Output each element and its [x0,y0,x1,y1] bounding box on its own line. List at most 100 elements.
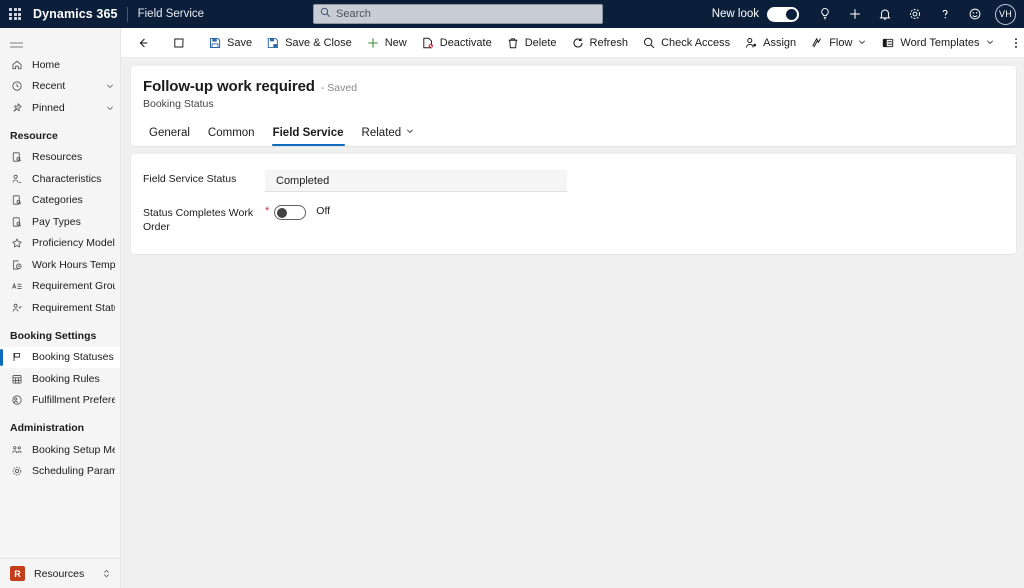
sidebar-item-label: Pinned [32,101,65,114]
main-region: Save Save & Close New Deactivate Delete … [121,28,1024,588]
back-button[interactable] [129,30,157,56]
check-access-icon [642,36,656,50]
tab-field-service[interactable]: Field Service [264,121,353,146]
field-control: * Off [255,204,330,220]
site-map-toggle[interactable] [0,32,120,54]
sidebar-item-scheduling-parameters[interactable]: Scheduling Parameters [0,461,120,483]
flow-icon [810,36,824,50]
booking-setup-icon [10,443,24,457]
sidebar-group-title: Booking Settings [10,329,97,342]
chevron-up-down-icon[interactable] [101,568,112,579]
gear-icon[interactable] [901,0,929,28]
tab-common[interactable]: Common [199,121,264,146]
refresh-label: Refresh [589,36,629,49]
refresh-icon [571,36,585,50]
sidebar-item-label: Categories [32,194,83,207]
question-icon[interactable] [931,0,959,28]
status-completes-work-order-toggle[interactable] [274,205,307,220]
sidebar-item-label: Requirement Group ... [32,280,115,293]
area-switcher[interactable]: R Resources [0,558,120,588]
requirement-group-icon [10,279,24,293]
form-tab-list: General Common Field Service Related [131,110,1016,146]
gear-icon [10,464,24,478]
characteristic-icon [10,172,24,186]
sidebar-item-characteristics[interactable]: Characteristics [0,168,120,190]
top-navigation-bar: Dynamics 365 Field Service New look [0,0,1024,28]
page-title: Follow-up work required [143,78,315,95]
avatar[interactable]: VH [995,3,1016,25]
flow-button[interactable]: Flow [803,30,874,56]
search-icon [320,5,331,23]
sidebar-item-fulfillment-preferences[interactable]: Fulfillment Preferences [0,390,120,412]
sidebar-item-booking-statuses[interactable]: Booking Statuses [0,346,120,368]
overflow-menu-button[interactable] [1002,30,1024,56]
required-indicator-icon: * [265,205,270,217]
word-templates-button[interactable]: Word Templates [874,30,1001,56]
sidebar-item-work-hours-templates[interactable]: Work Hours Templates [0,254,120,276]
requirement-status-icon [10,301,24,315]
chevron-down-icon[interactable] [405,126,415,139]
new-look-toggle[interactable] [767,6,799,22]
sidebar-item-label: Resources [32,151,83,164]
sidebar-item-label: Fulfillment Preferences [32,394,115,407]
chevron-down-icon[interactable] [105,81,115,91]
deactivate-icon [421,36,435,50]
clock-icon [10,79,24,93]
tab-related[interactable]: Related [353,120,425,146]
assign-button[interactable]: Assign [737,30,803,56]
deactivate-button[interactable]: Deactivate [414,30,499,56]
command-bar: Save Save & Close New Deactivate Delete … [121,28,1024,58]
chevron-down-icon[interactable] [105,103,115,113]
chevron-down-icon[interactable] [985,34,995,52]
area-badge-icon: R [10,566,25,581]
lightbulb-icon[interactable] [811,0,839,28]
app-name-label[interactable]: Field Service [128,8,204,20]
record-header: Follow-up work required - Saved Booking … [131,66,1016,110]
brand-title[interactable]: Dynamics 365 [30,7,127,21]
new-button[interactable]: New [359,30,414,56]
sidebar-item-categories[interactable]: Categories [0,190,120,212]
field-section-card: Field Service Status Completed Status Co… [131,154,1016,254]
sidebar-item-resources[interactable]: Resources [0,147,120,169]
bell-icon[interactable] [871,0,899,28]
delete-label: Delete [524,36,557,49]
sidebar-item-pay-types[interactable]: Pay Types [0,211,120,233]
app-launcher-icon[interactable] [0,0,30,28]
sidebar-item-booking-setup-metadata[interactable]: Booking Setup Meta... [0,439,120,461]
chevron-down-icon[interactable] [857,34,867,52]
sidebar-group-title: Resource [10,129,58,142]
plus-icon [366,36,380,50]
delete-button[interactable]: Delete [499,30,564,56]
search-box[interactable] [313,4,603,24]
deactivate-label: Deactivate [439,36,492,49]
sitemap-scroll: Home Recent Pinned Resource Resources Ch… [0,28,120,558]
sidebar-item-label: Proficiency Models [32,237,115,250]
category-icon [10,193,24,207]
home-icon [10,58,24,72]
sidebar-item-recent[interactable]: Recent [0,76,120,98]
app-root: Dynamics 365 Field Service New look [0,0,1024,588]
sidebar-item-requirement-statuses[interactable]: Requirement Statuses [0,297,120,319]
work-hours-icon [10,258,24,272]
smiley-icon[interactable] [961,0,989,28]
flow-label: Flow [829,36,853,49]
check-access-button[interactable]: Check Access [635,30,737,56]
search-input[interactable] [331,8,596,20]
sidebar-item-booking-rules[interactable]: Booking Rules [0,368,120,390]
sidebar-item-label: Work Hours Templates [32,258,115,271]
tab-general[interactable]: General [140,121,199,146]
refresh-button[interactable]: Refresh [564,30,636,56]
field-service-status-input[interactable]: Completed [265,170,567,192]
form-content: Follow-up work required - Saved Booking … [121,58,1024,588]
open-in-new-window-button[interactable] [165,30,193,56]
save-button[interactable]: Save [201,30,259,56]
sidebar-item-home[interactable]: Home [0,54,120,76]
plus-icon[interactable] [841,0,869,28]
sidebar-item-label: Booking Statuses [32,351,114,364]
sidebar-item-proficiency-models[interactable]: Proficiency Models [0,233,120,255]
new-look-label: New look [711,8,759,20]
save-and-close-button[interactable]: Save & Close [259,30,359,56]
sidebar-item-requirement-group[interactable]: Requirement Group ... [0,276,120,298]
field-row-field-service-status: Field Service Status Completed [131,170,1016,192]
sidebar-item-pinned[interactable]: Pinned [0,97,120,119]
